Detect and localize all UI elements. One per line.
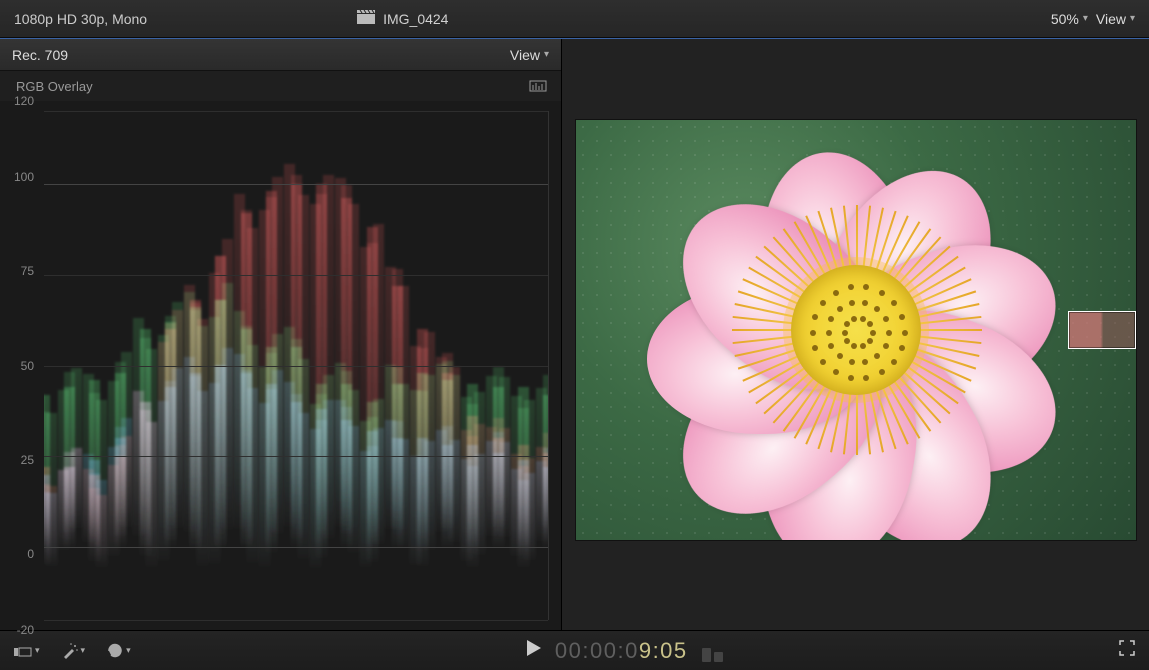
retime-button[interactable]: ▾: [107, 643, 131, 659]
chevron-down-icon: ▾: [81, 645, 86, 656]
play-button[interactable]: [527, 640, 541, 661]
zoom-value: 50%: [1051, 11, 1079, 27]
y-tick-label: 25: [6, 453, 34, 467]
chevron-down-icon: ▾: [1083, 13, 1088, 24]
bottom-bar: ▾ ▾ ▾ 00:00:09:05: [0, 630, 1149, 670]
scope-view-label: View: [510, 47, 540, 63]
y-tick-label: 50: [6, 359, 34, 373]
format-label: 1080p HD 30p, Mono: [14, 11, 147, 27]
scope-canvas: -200255075100120: [0, 101, 561, 630]
audio-bar: [702, 648, 711, 662]
y-tick-label: -20: [6, 623, 34, 637]
timecode-display[interactable]: 00:00:09:05: [555, 638, 688, 664]
view-dropdown-top[interactable]: View ▾: [1096, 11, 1135, 27]
scope-header: Rec. 709 View ▾: [0, 39, 561, 71]
scope-settings-icon[interactable]: [529, 78, 547, 95]
y-tick-label: 0: [6, 547, 34, 561]
scope-mode-label: RGB Overlay: [16, 79, 93, 94]
chevron-down-icon: ▾: [126, 645, 131, 656]
clip-appearance-button[interactable]: ▾: [14, 645, 40, 657]
chevron-down-icon: ▾: [35, 645, 40, 656]
scope-view-dropdown[interactable]: View ▾: [510, 47, 549, 63]
viewer-pane: [562, 39, 1149, 630]
y-tick-label: 120: [6, 94, 34, 108]
chevron-down-icon: ▾: [1130, 13, 1135, 24]
video-frame: [576, 120, 1136, 540]
timecode-dim: 00:00:0: [555, 638, 639, 663]
zoom-dropdown[interactable]: 50% ▾: [1051, 11, 1088, 27]
y-tick-label: 75: [6, 264, 34, 278]
timecode-active: 9:05: [639, 638, 688, 663]
audio-meter: [702, 640, 723, 662]
fullscreen-button[interactable]: [1119, 640, 1135, 661]
viewer-canvas[interactable]: [562, 69, 1149, 590]
color-sample-chip[interactable]: [1068, 311, 1136, 349]
effects-enhance-button[interactable]: ▾: [62, 643, 86, 659]
clip-name: IMG_0424: [383, 11, 448, 27]
clapper-icon: [357, 10, 375, 27]
chevron-down-icon: ▾: [544, 49, 549, 60]
view-label-top: View: [1096, 11, 1126, 27]
color-space-label: Rec. 709: [12, 47, 68, 63]
audio-bar: [714, 652, 723, 662]
top-bar: 1080p HD 30p, Mono IMG_0424 50% ▾ View ▾: [0, 0, 1149, 38]
y-tick-label: 100: [6, 170, 34, 184]
scope-pane: Rec. 709 View ▾ RGB Overlay -20025507510…: [0, 39, 562, 630]
